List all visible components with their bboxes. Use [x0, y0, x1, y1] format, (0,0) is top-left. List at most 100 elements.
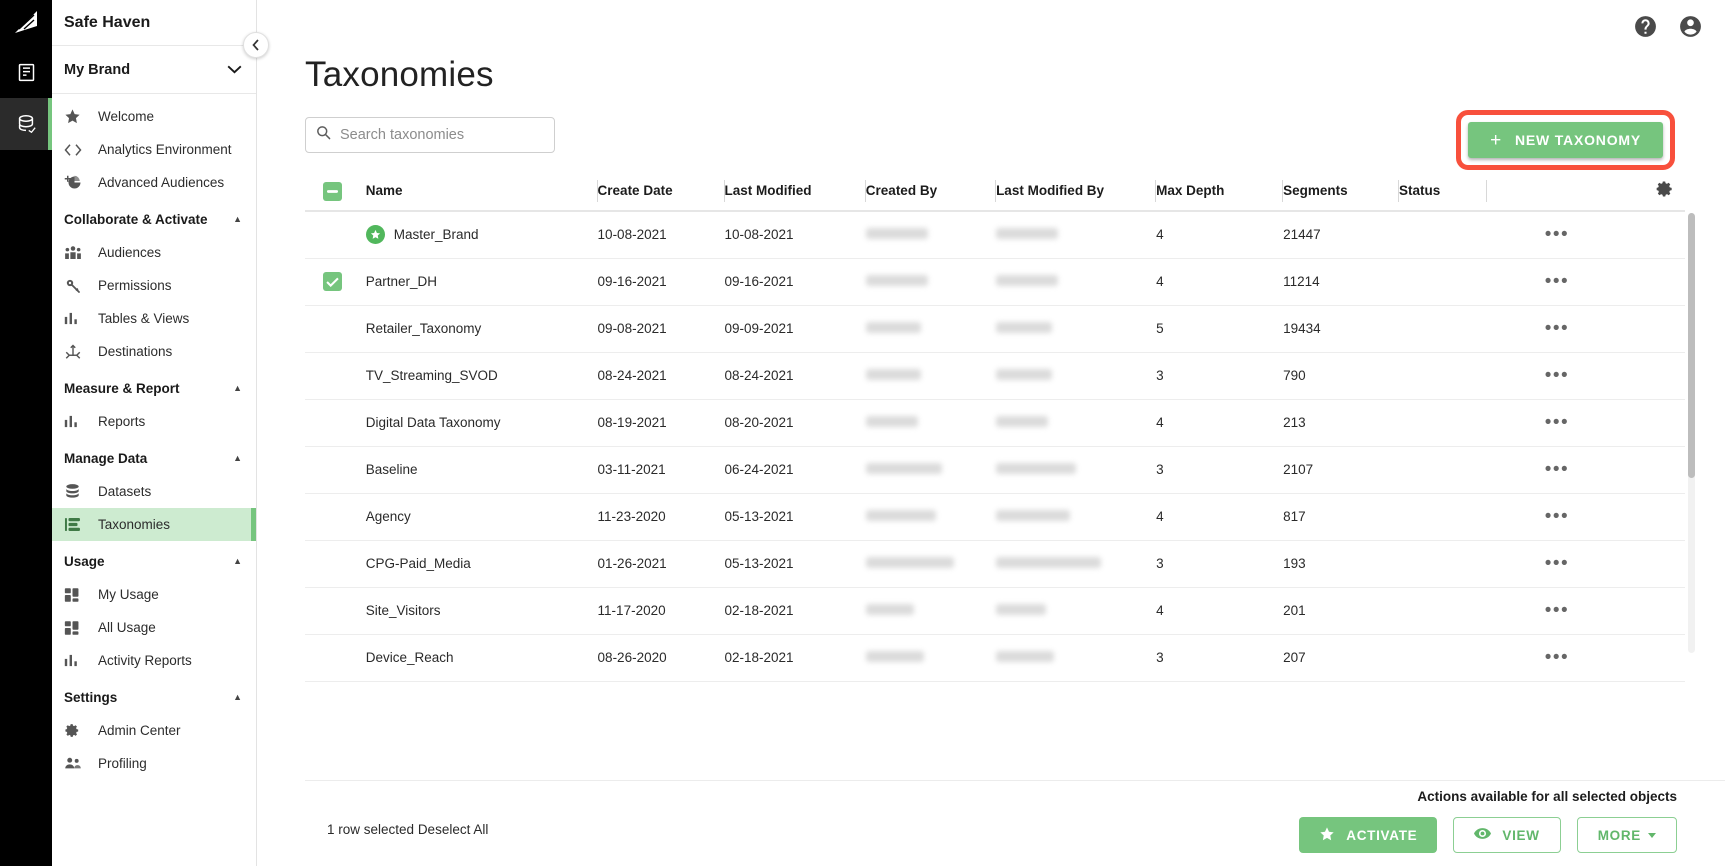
column-header-status[interactable]: Status — [1397, 171, 1488, 212]
row-menu-button[interactable]: ••• — [1545, 412, 1569, 433]
cell-row-menu[interactable]: ••• — [1544, 634, 1685, 682]
row-menu-button[interactable]: ••• — [1545, 365, 1569, 386]
table-row[interactable]: Device_Reach 08-26-2020 02-18-2021 3 207 ••• — [305, 634, 1685, 682]
row-checkbox[interactable] — [323, 459, 342, 478]
more-button[interactable]: MORE — [1576, 817, 1677, 853]
row-menu-button[interactable]: ••• — [1545, 459, 1569, 480]
cell-row-menu[interactable]: ••• — [1544, 587, 1685, 635]
row-select-cell[interactable] — [305, 352, 366, 400]
sidebar-item-reports[interactable]: Reports — [52, 405, 256, 438]
sidebar-item-all-usage[interactable]: All Usage — [52, 611, 256, 644]
account-circle-icon[interactable] — [1678, 14, 1703, 39]
row-checkbox[interactable] — [323, 224, 342, 243]
cell-row-menu[interactable]: ••• — [1544, 399, 1685, 447]
sidebar-item-taxonomies[interactable]: Taxonomies — [52, 508, 256, 541]
sidebar-item-admin-center[interactable]: Admin Center — [52, 714, 256, 747]
row-menu-button[interactable]: ••• — [1545, 600, 1569, 621]
table-row[interactable]: TV_Streaming_SVOD 08-24-2021 08-24-2021 3 79… — [305, 352, 1685, 400]
brand-selector[interactable]: My Brand — [52, 46, 256, 94]
cell-row-menu[interactable]: ••• — [1544, 446, 1685, 494]
cell-name[interactable]: TV_Streaming_SVOD — [365, 352, 598, 400]
table-row[interactable]: Master_Brand 10-08-2021 10-08-2021 4 21447 ••… — [305, 211, 1685, 259]
sidebar-item-audiences[interactable]: Audiences — [52, 236, 256, 269]
row-menu-button[interactable]: ••• — [1545, 647, 1569, 668]
column-header-last-modified-by[interactable]: Last Modified By — [995, 171, 1157, 212]
sidebar-item-my-usage[interactable]: My Usage — [52, 578, 256, 611]
help-circle-icon[interactable] — [1633, 14, 1658, 39]
row-select-cell[interactable] — [305, 540, 366, 588]
cell-row-menu[interactable]: ••• — [1544, 493, 1685, 541]
deselect-all-link[interactable]: Deselect All — [418, 822, 489, 837]
column-header-max-depth[interactable]: Max Depth — [1155, 171, 1284, 212]
column-header-created-by[interactable]: Created By — [864, 171, 997, 212]
sidebar-item-welcome[interactable]: Welcome — [52, 100, 256, 133]
row-select-cell[interactable] — [305, 587, 366, 635]
cell-name[interactable]: Partner_DH — [365, 258, 598, 306]
cell-name[interactable]: Site_Visitors — [365, 587, 598, 635]
sidebar-collapse-button[interactable] — [243, 32, 269, 58]
row-menu-button[interactable]: ••• — [1545, 506, 1569, 527]
sidebar-group-settings[interactable]: Settings ▲ — [52, 680, 256, 714]
table-row[interactable]: Site_Visitors 11-17-2020 02-18-2021 4 201 ••• — [305, 587, 1685, 635]
sidebar-item-activity-reports[interactable]: Activity Reports — [52, 644, 256, 677]
table-row[interactable]: Digital Data Taxonomy 08-19-2021 08-20-202… — [305, 399, 1685, 447]
column-header-last-modified[interactable]: Last Modified — [723, 171, 866, 212]
table-row[interactable]: CPG-Paid_Media 01-26-2021 05-13-2021 3 193 ••… — [305, 540, 1685, 588]
cell-name[interactable]: Device_Reach — [365, 634, 598, 682]
sidebar-item-advanced-audiences[interactable]: Advanced Audiences — [52, 166, 256, 199]
select-all-checkbox[interactable] — [323, 181, 342, 201]
sidebar-item-profiling[interactable]: Profiling — [52, 747, 256, 780]
row-menu-button[interactable]: ••• — [1545, 318, 1569, 339]
row-checkbox[interactable] — [323, 506, 342, 525]
row-menu-button[interactable]: ••• — [1545, 224, 1569, 245]
cell-row-menu[interactable]: ••• — [1544, 540, 1685, 588]
sidebar-group-measure-report[interactable]: Measure & Report ▲ — [52, 371, 256, 405]
table-scrollbar-thumb[interactable] — [1688, 213, 1695, 478]
cell-name[interactable]: Retailer_Taxonomy — [365, 305, 598, 353]
search-box[interactable] — [305, 117, 555, 153]
reports-rail-icon[interactable] — [0, 46, 52, 98]
row-select-cell[interactable] — [305, 211, 366, 259]
cell-name[interactable]: Agency — [365, 493, 598, 541]
column-header-name[interactable]: Name — [365, 171, 598, 212]
cell-row-menu[interactable]: ••• — [1544, 305, 1685, 353]
search-input[interactable] — [340, 127, 544, 143]
data-rail-icon[interactable] — [0, 98, 52, 150]
sidebar-item-permissions[interactable]: Permissions — [52, 269, 256, 302]
row-select-cell[interactable] — [305, 446, 366, 494]
row-checkbox[interactable] — [323, 553, 342, 572]
cell-name[interactable]: Digital Data Taxonomy — [365, 399, 598, 447]
cell-row-menu[interactable]: ••• — [1544, 258, 1685, 306]
column-header-create-date[interactable]: Create Date — [596, 171, 725, 212]
sidebar-group-manage-data[interactable]: Manage Data ▲ — [52, 441, 256, 475]
row-checkbox[interactable] — [323, 412, 342, 431]
sidebar-item-analytics-environment[interactable]: Analytics Environment — [52, 133, 256, 166]
row-checkbox[interactable] — [323, 272, 342, 291]
sidebar-item-tables-views[interactable]: Tables & Views — [52, 302, 256, 335]
row-select-cell[interactable] — [305, 399, 366, 447]
row-checkbox[interactable] — [323, 318, 342, 337]
table-row[interactable]: Partner_DH 09-16-2021 09-16-2021 4 11214 ••• — [305, 258, 1685, 306]
sidebar-group-usage[interactable]: Usage ▲ — [52, 544, 256, 578]
row-select-cell[interactable] — [305, 634, 366, 682]
sidebar-group-collaborate-activate[interactable]: Collaborate & Activate ▲ — [52, 202, 256, 236]
new-taxonomy-button[interactable]: + NEW TAXONOMY — [1468, 122, 1663, 158]
sidebar-item-datasets[interactable]: Datasets — [52, 475, 256, 508]
cell-row-menu[interactable]: ••• — [1544, 211, 1685, 259]
cell-name[interactable]: CPG-Paid_Media — [365, 540, 598, 588]
view-button[interactable]: VIEW — [1453, 817, 1561, 853]
table-row[interactable]: Agency 11-23-2020 05-13-2021 4 817 ••• — [305, 493, 1685, 541]
row-menu-button[interactable]: ••• — [1545, 553, 1569, 574]
cell-name[interactable]: Baseline — [365, 446, 598, 494]
row-select-cell[interactable] — [305, 305, 366, 353]
sidebar-item-destinations[interactable]: Destinations — [52, 335, 256, 368]
row-checkbox[interactable] — [323, 600, 342, 619]
row-select-cell[interactable] — [305, 493, 366, 541]
table-row[interactable]: Retailer_Taxonomy 09-08-2021 09-09-2021 5 19… — [305, 305, 1685, 353]
row-checkbox[interactable] — [323, 647, 342, 666]
table-row[interactable]: Baseline 03-11-2021 06-24-2021 3 2107 ••• — [305, 446, 1685, 494]
row-menu-button[interactable]: ••• — [1545, 271, 1569, 292]
cell-row-menu[interactable]: ••• — [1544, 352, 1685, 400]
row-select-cell[interactable] — [305, 258, 366, 306]
column-header-segments[interactable]: Segments — [1282, 171, 1399, 212]
